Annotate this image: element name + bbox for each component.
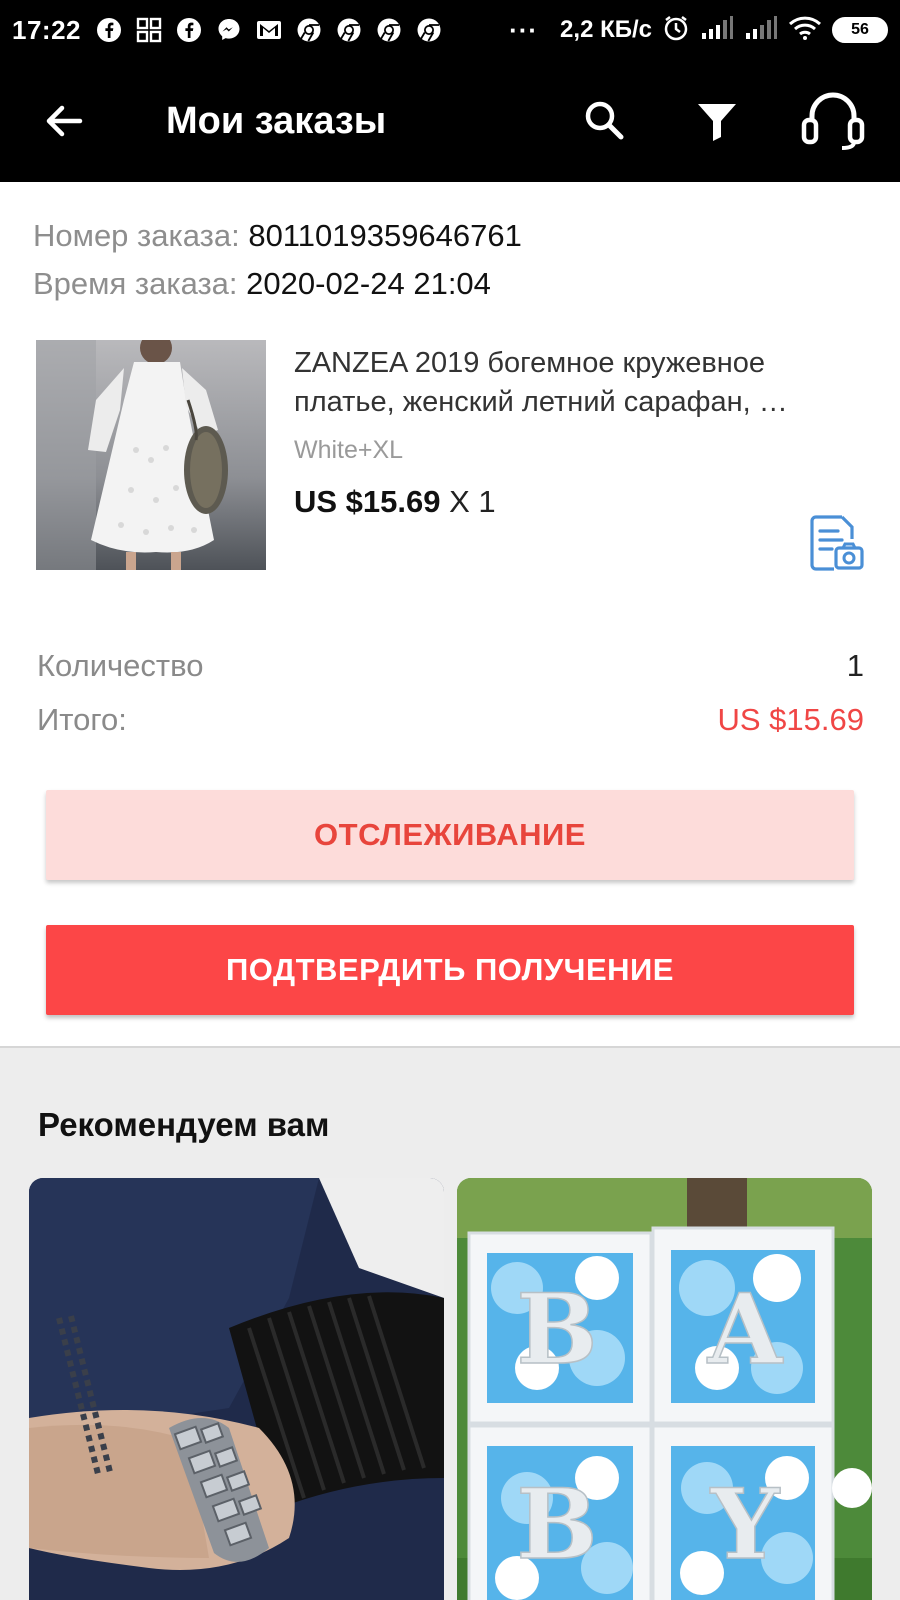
wifi-icon bbox=[788, 15, 822, 46]
quantity-label: Количество bbox=[37, 648, 204, 683]
recommendation-card-balloon-boxes[interactable]: B A B Y bbox=[457, 1178, 872, 1600]
chrome-icon bbox=[295, 16, 323, 44]
notification-icons bbox=[95, 16, 443, 44]
product-title[interactable]: ZANZEA 2019 богемное кружевное платье, ж… bbox=[294, 344, 854, 422]
total-value: US $15.69 bbox=[717, 702, 865, 737]
product-quantity: X 1 bbox=[449, 484, 496, 519]
headset-icon bbox=[801, 92, 865, 150]
more-notifications-dots: ··· bbox=[509, 14, 539, 45]
photo-review-button[interactable] bbox=[808, 514, 864, 572]
recommendations-title: Рекомендуем вам bbox=[38, 1106, 330, 1143]
box-letter: Y bbox=[710, 1468, 781, 1581]
bracelet-photo bbox=[29, 1178, 444, 1600]
order-time-row: Время заказа: 2020-02-24 21:04 bbox=[33, 260, 522, 308]
signal-icon bbox=[744, 15, 778, 46]
alarm-icon bbox=[662, 14, 690, 47]
facebook-icon bbox=[175, 16, 203, 44]
product-image[interactable] bbox=[36, 340, 266, 570]
baby-boxes-photo: B A B Y bbox=[457, 1178, 872, 1600]
product-price: US $15.69 bbox=[294, 484, 441, 519]
search-icon bbox=[585, 101, 624, 140]
box-letter: B bbox=[516, 1468, 597, 1581]
box-letter: A bbox=[707, 1273, 784, 1386]
filter-button[interactable] bbox=[692, 96, 742, 146]
arrow-left-icon bbox=[46, 105, 83, 137]
recommendations-section: Рекомендуем вам B A B Y bbox=[0, 1046, 900, 1600]
signal-icon bbox=[700, 15, 734, 46]
total-row: Итого: US $15.69 bbox=[37, 702, 864, 738]
order-number-value[interactable]: 8011019359646761 bbox=[248, 218, 522, 253]
support-button[interactable] bbox=[800, 92, 866, 150]
messenger-icon bbox=[215, 16, 243, 44]
status-time: 17:22 bbox=[12, 14, 81, 45]
app-bar: Мои заказы bbox=[0, 60, 900, 182]
apps-grid-icon bbox=[135, 16, 163, 44]
filter-icon bbox=[698, 104, 736, 141]
confirm-receipt-button[interactable]: ПОДТВЕРДИТЬ ПОЛУЧЕНИЕ bbox=[46, 925, 854, 1015]
chrome-icon bbox=[415, 16, 443, 44]
page-title: Мои заказы bbox=[166, 100, 387, 142]
box-letter: B bbox=[516, 1273, 597, 1386]
status-right: ··· 2,2 КБ/с 56 bbox=[509, 14, 888, 47]
network-speed: 2,2 КБ/с bbox=[560, 16, 652, 43]
dress-photo bbox=[36, 340, 266, 570]
facebook-icon bbox=[95, 16, 123, 44]
chrome-icon bbox=[335, 16, 363, 44]
total-label: Итого: bbox=[37, 702, 127, 737]
order-number-row: Номер заказа: 8011019359646761 bbox=[33, 212, 522, 260]
search-button[interactable] bbox=[580, 96, 630, 146]
document-camera-icon bbox=[810, 515, 864, 571]
battery-indicator: 56 bbox=[832, 17, 888, 43]
tracking-button[interactable]: ОТСЛЕЖИВАНИЕ bbox=[46, 790, 854, 880]
order-number-label: Номер заказа: bbox=[33, 218, 240, 253]
recommendation-card-bracelet[interactable] bbox=[29, 1178, 444, 1600]
quantity-row: Количество 1 bbox=[37, 648, 864, 684]
quantity-value: 1 bbox=[846, 648, 864, 683]
order-info: Номер заказа: 8011019359646761 Время зак… bbox=[33, 212, 522, 308]
order-time-value: 2020-02-24 21:04 bbox=[246, 266, 491, 301]
back-button[interactable] bbox=[40, 96, 90, 146]
status-bar: 17:22 ··· 2,2 КБ/с 56 bbox=[0, 0, 900, 60]
order-time-label: Время заказа: bbox=[33, 266, 238, 301]
gmail-icon bbox=[255, 16, 283, 44]
chrome-icon bbox=[375, 16, 403, 44]
product-variant: White+XL bbox=[294, 436, 404, 464]
product-price-row: US $15.69 X 1 bbox=[294, 482, 496, 522]
